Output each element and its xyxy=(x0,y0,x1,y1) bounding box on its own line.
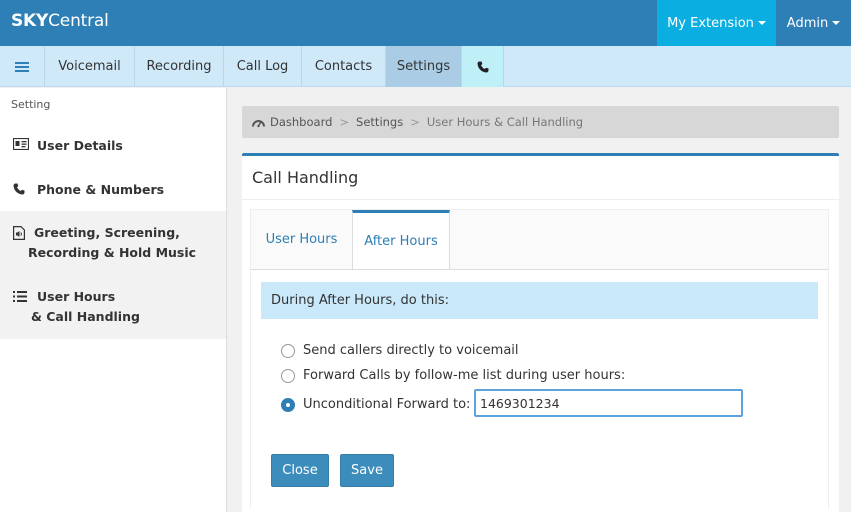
close-button[interactable]: Close xyxy=(271,454,329,487)
tabs-container: User Hours After Hours During After Hour… xyxy=(250,209,829,509)
dashboard-icon xyxy=(252,117,265,128)
settings-sidebar: Setting User Details Phone & Numbers Gre… xyxy=(0,88,227,512)
sidebar-item-label-line2: Recording & Hold Music xyxy=(28,245,197,260)
option-label: Send callers directly to voicemail xyxy=(303,343,519,358)
call-handling-panel: Call Handling User Hours After Hours Dur… xyxy=(242,153,839,512)
after-hours-tab-content: During After Hours, do this: Send caller… xyxy=(251,269,828,509)
admin-dropdown[interactable]: Admin xyxy=(776,0,851,46)
sidebar-item-user-hours[interactable]: User Hours & Call Handling xyxy=(0,275,226,339)
option-label: Unconditional Forward to: xyxy=(303,397,471,412)
id-card-icon xyxy=(12,137,30,153)
sidebar-item-label-line2: & Call Handling xyxy=(31,309,140,324)
tab-after-hours[interactable]: After Hours xyxy=(352,210,450,270)
nav-voicemail[interactable]: Voicemail xyxy=(45,46,135,87)
audio-file-icon xyxy=(13,226,25,243)
breadcrumb-separator: > xyxy=(410,115,420,129)
divider xyxy=(242,199,839,200)
option-follow-me[interactable]: Forward Calls by follow-me list during u… xyxy=(281,368,625,383)
option-unconditional-forward[interactable]: Unconditional Forward to: xyxy=(281,397,470,412)
sidebar-item-label: User Details xyxy=(37,138,123,153)
nav-recording[interactable]: Recording xyxy=(135,46,224,87)
caret-down-icon xyxy=(757,21,766,25)
save-button[interactable]: Save xyxy=(340,454,394,487)
sidebar-item-user-details[interactable]: User Details xyxy=(0,124,226,166)
breadcrumb-current: User Hours & Call Handling xyxy=(426,115,584,129)
radio-unconditional-forward[interactable] xyxy=(281,397,295,412)
nav-contacts[interactable]: Contacts xyxy=(302,46,386,87)
main-nav: Voicemail Recording Call Log Contacts Se… xyxy=(0,46,851,87)
breadcrumb: Dashboard > Settings > User Hours & Call… xyxy=(242,106,839,138)
page-title: Call Handling xyxy=(252,168,359,187)
sidebar-item-label: Phone & Numbers xyxy=(37,182,165,197)
nav-call-log[interactable]: Call Log xyxy=(224,46,302,87)
sidebar-item-label: User Hours xyxy=(37,289,116,304)
sidebar-item-phone-numbers[interactable]: Phone & Numbers xyxy=(0,168,226,210)
option-label: Forward Calls by follow-me list during u… xyxy=(303,368,626,383)
phone-icon xyxy=(13,183,25,198)
breadcrumb-dashboard-link[interactable]: Dashboard xyxy=(270,115,332,129)
nav-settings[interactable]: Settings xyxy=(386,46,462,87)
brand-logo[interactable]: SKYCentral xyxy=(11,11,109,31)
top-header: SKYCentral My Extension Admin xyxy=(0,0,851,46)
list-icon xyxy=(13,291,27,305)
radio-voicemail[interactable] xyxy=(281,343,295,358)
sidebar-item-greeting[interactable]: Greeting, Screening, Recording & Hold Mu… xyxy=(0,211,226,275)
phone-icon[interactable] xyxy=(462,46,504,87)
option-voicemail[interactable]: Send callers directly to voicemail xyxy=(281,343,519,358)
caret-down-icon xyxy=(832,21,841,25)
forward-number-input[interactable] xyxy=(474,389,743,417)
radio-follow-me[interactable] xyxy=(281,368,295,383)
breadcrumb-settings-link[interactable]: Settings xyxy=(356,115,403,129)
sidebar-heading: Setting xyxy=(11,98,51,111)
sidebar-item-label: Greeting, Screening, xyxy=(34,225,180,240)
breadcrumb-separator: > xyxy=(339,115,350,129)
info-bar: During After Hours, do this: xyxy=(261,282,818,319)
tab-user-hours[interactable]: User Hours xyxy=(251,210,352,269)
my-extension-dropdown[interactable]: My Extension xyxy=(657,0,776,46)
hamburger-menu-icon[interactable] xyxy=(0,46,45,87)
